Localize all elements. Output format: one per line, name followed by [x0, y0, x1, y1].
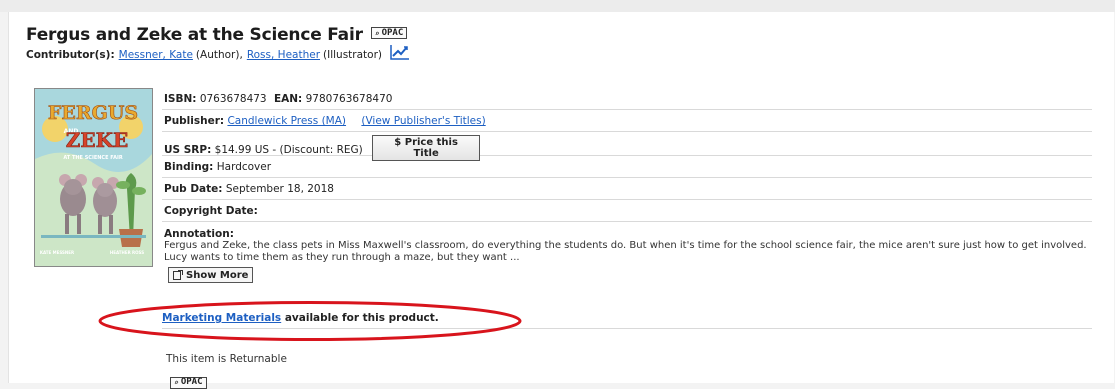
contributor-illustrator-role: (Illustrator) [323, 49, 382, 61]
copyright-row: Copyright Date: [162, 200, 1092, 222]
copyright-label: Copyright Date: [164, 205, 258, 217]
publisher-row: Publisher: Candlewick Press (MA) (View P… [162, 110, 1092, 132]
srp-label: US SRP: [164, 144, 212, 156]
pubdate-row: Pub Date: September 18, 2018 [162, 178, 1092, 200]
opac-button[interactable]: ⌕ OPAC [370, 27, 408, 39]
cover-subtitle: AT THE SCIENCE FAIR [63, 155, 123, 161]
binding-label: Binding: [164, 161, 214, 173]
price-this-title-button[interactable]: $ Price this Title [372, 135, 481, 161]
book-title: Fergus and Zeke at the Science Fair [26, 25, 363, 45]
marketing-materials-text: available for this product. [284, 312, 439, 324]
contributor-author-link[interactable]: Messner, Kate [119, 49, 193, 61]
pubdate-value: September 18, 2018 [225, 183, 334, 195]
cover-author: KATE MESSNER [40, 250, 74, 255]
annotation-row: Annotation: Fergus and Zeke, the class p… [162, 222, 1092, 287]
annotation-label: Annotation: [164, 228, 234, 240]
contributor-illustrator-link[interactable]: Ross, Heather [247, 49, 320, 61]
details-table: ISBN: 0763678473 EAN: 9780763678470 Publ… [162, 88, 1092, 287]
top-strip [0, 0, 1115, 12]
isbn-label: ISBN: [164, 93, 197, 105]
magnifier-icon: ⌕ [374, 28, 380, 38]
title-row: Fergus and Zeke at the Science Fair ⌕ OP… [26, 24, 408, 46]
cover-title-zeke: ZEKE [66, 128, 128, 152]
show-more-label: Show More [186, 269, 249, 281]
isbn-value: 0763678473 [199, 93, 267, 105]
opac-button-label: OPAC [381, 27, 404, 38]
book-cover-image: FERGUS AND ZEKE AT THE SCIENCE FAIR KATE… [34, 88, 153, 267]
srp-row: US SRP: $14.99 US - (Discount: REG) $ Pr… [162, 132, 1092, 161]
cover-art: FERGUS AND ZEKE AT THE SCIENCE FAIR KATE… [35, 89, 152, 266]
contributors-label: Contributor(s): [26, 49, 115, 61]
ean-value: 9780763678470 [305, 93, 393, 105]
expand-icon [173, 270, 183, 280]
cover-title-fergus: FERGUS [48, 102, 138, 124]
ean-label: EAN: [273, 93, 303, 105]
pubdate-label: Pub Date: [164, 183, 223, 195]
contributor-author-role: (Author), [195, 49, 243, 61]
returnable-text: This item is Returnable [166, 353, 287, 365]
show-more-button[interactable]: Show More [168, 267, 254, 283]
view-publisher-titles-link[interactable]: (View Publisher's Titles) [361, 115, 485, 127]
annotation-text: Fergus and Zeke, the class pets in Miss … [164, 240, 1087, 263]
isbn-row: ISBN: 0763678473 EAN: 9780763678470 [162, 88, 1092, 110]
opac-bottom-wrapper: ⌕ OPAC [170, 370, 207, 389]
binding-value: Hardcover [216, 161, 272, 173]
cover-illustrator: HEATHER ROSS [110, 250, 144, 255]
publisher-link[interactable]: Candlewick Press (MA) [227, 115, 346, 127]
contributors-row: Contributor(s): Messner, Kate (Author), … [26, 45, 410, 61]
marketing-materials-row: Marketing Materials available for this p… [162, 312, 1092, 329]
publisher-label: Publisher: [164, 115, 225, 127]
trend-chart-icon[interactable] [390, 44, 410, 60]
srp-value: $14.99 US - (Discount: REG) [214, 144, 363, 156]
marketing-materials-link[interactable]: Marketing Materials [162, 312, 281, 324]
